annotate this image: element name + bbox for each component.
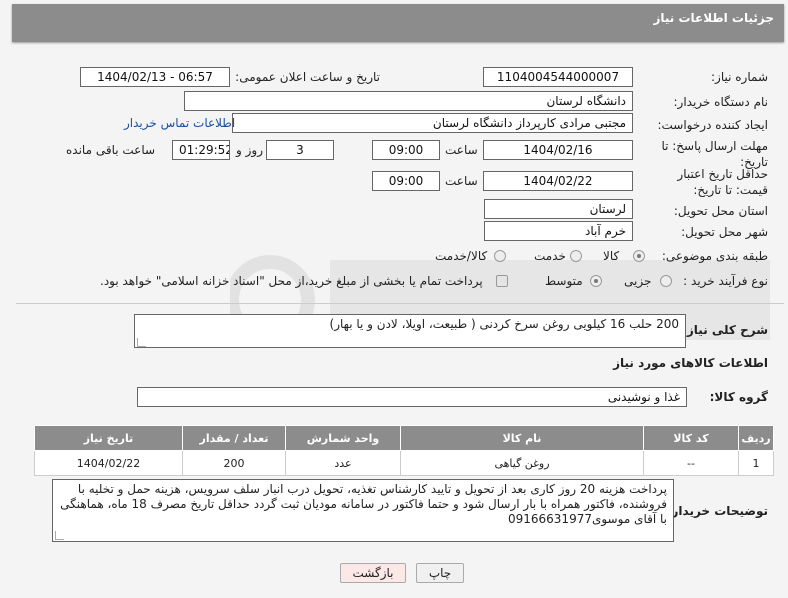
col-qty: تعداد / مقدار <box>182 425 286 451</box>
announce-label: تاریخ و ساعت اعلان عمومی: <box>235 70 380 84</box>
buyer-org-field: دانشگاه لرستان <box>184 91 633 111</box>
city-field: خرم آباد <box>484 221 633 241</box>
description-text: 200 حلب 16 کیلویی روغن سرخ کردنی ( طبیعت… <box>329 317 679 331</box>
reply-time-label: ساعت <box>445 143 478 157</box>
cell-qty: 200 <box>182 450 286 476</box>
reply-date-field: 1404/02/16 <box>483 140 633 160</box>
goods-group-label: گروه کالا: <box>709 390 768 404</box>
page-title: جزئیات اطلاعات نیاز <box>653 11 774 25</box>
goods-table-header: ردیف کد کالا نام کالا واحد شمارش تعداد /… <box>34 425 774 451</box>
col-date: تاریخ نیاز <box>34 425 183 451</box>
buyer-contact-link[interactable]: اطلاعات تماس خریدار <box>124 116 235 130</box>
creator-field: مجتبی مرادی کارپرداز دانشگاه لرستان <box>232 113 633 133</box>
table-row: 1 -- روغن گیاهی عدد 200 1404/02/22 <box>34 450 774 476</box>
print-button[interactable]: چاپ <box>416 563 464 583</box>
buyer-org-label: نام دستگاه خریدار: <box>673 95 769 109</box>
description-textarea[interactable]: 200 حلب 16 کیلویی روغن سرخ کردنی ( طبیعت… <box>134 314 686 348</box>
category-option-goods-service: کالا/خدمت <box>435 249 488 263</box>
payment-checkbox[interactable] <box>496 275 508 287</box>
resize-handle-icon[interactable] <box>137 338 146 347</box>
goods-group-field: غذا و نوشیدنی <box>137 387 687 407</box>
cell-date: 1404/02/22 <box>34 450 183 476</box>
category-option-service: خدمت <box>534 249 566 263</box>
price-time-label: ساعت <box>445 174 478 188</box>
category-radio-service[interactable] <box>570 250 582 262</box>
col-row: ردیف <box>738 425 774 451</box>
resize-handle-icon[interactable] <box>55 531 64 540</box>
goods-table: ردیف کد کالا نام کالا واحد شمارش تعداد /… <box>34 425 774 476</box>
remaining-time-field: 01:29:52 <box>172 140 230 160</box>
city-label: شهر محل تحویل: <box>681 225 768 239</box>
divider <box>16 303 784 304</box>
category-label: طبقه بندی موضوعی: <box>661 249 768 263</box>
payment-note: پرداخت تمام یا بخشی از مبلغ خرید،از محل … <box>100 274 483 288</box>
need-number-field: 1104004544000007 <box>483 67 633 87</box>
days-label: روز و <box>236 143 263 157</box>
category-radio-goods-service[interactable] <box>494 250 506 262</box>
creator-label: ایجاد کننده درخواست: <box>657 118 768 132</box>
cell-row: 1 <box>738 450 774 476</box>
days-field: 3 <box>266 140 334 160</box>
buyer-notes-label: توضیحات خریدار: <box>666 504 768 518</box>
need-number-label: شماره نیاز: <box>711 70 768 84</box>
col-unit: واحد شمارش <box>285 425 401 451</box>
announce-field: 1404/02/13 - 06:57 <box>80 67 230 87</box>
process-option-minor: جزیی <box>624 274 652 288</box>
category-radio-goods[interactable] <box>633 250 645 262</box>
col-name: نام کالا <box>400 425 644 451</box>
process-label: نوع فرآیند خرید : <box>683 274 768 288</box>
goods-section-title: اطلاعات کالاهای مورد نیاز <box>613 356 768 370</box>
buyer-notes-text: پرداخت هزینه 20 روز کاری بعد از تحویل و … <box>60 482 667 526</box>
price-validity-label: حداقل تاریخ اعتبار قیمت: تا تاریخ: <box>677 167 768 197</box>
price-date-field: 1404/02/22 <box>483 171 633 191</box>
price-time-field: 09:00 <box>372 171 440 191</box>
province-label: استان محل تحویل: <box>673 204 768 218</box>
remaining-label: ساعت باقی مانده <box>66 143 156 157</box>
col-code: کد کالا <box>643 425 739 451</box>
reply-time-field: 09:00 <box>372 140 440 160</box>
back-button[interactable]: بازگشت <box>340 563 406 583</box>
cell-code: -- <box>643 450 739 476</box>
province-field: لرستان <box>484 199 633 219</box>
process-radio-medium[interactable] <box>590 275 602 287</box>
category-option-goods: کالا <box>603 249 620 263</box>
description-label: شرح کلی نیاز: <box>682 323 768 337</box>
process-option-medium: متوسط <box>545 274 583 288</box>
buyer-notes-textarea[interactable]: پرداخت هزینه 20 روز کاری بعد از تحویل و … <box>52 479 674 542</box>
cell-name: روغن گیاهی <box>400 450 644 476</box>
process-radio-minor[interactable] <box>660 275 672 287</box>
cell-unit: عدد <box>285 450 401 476</box>
